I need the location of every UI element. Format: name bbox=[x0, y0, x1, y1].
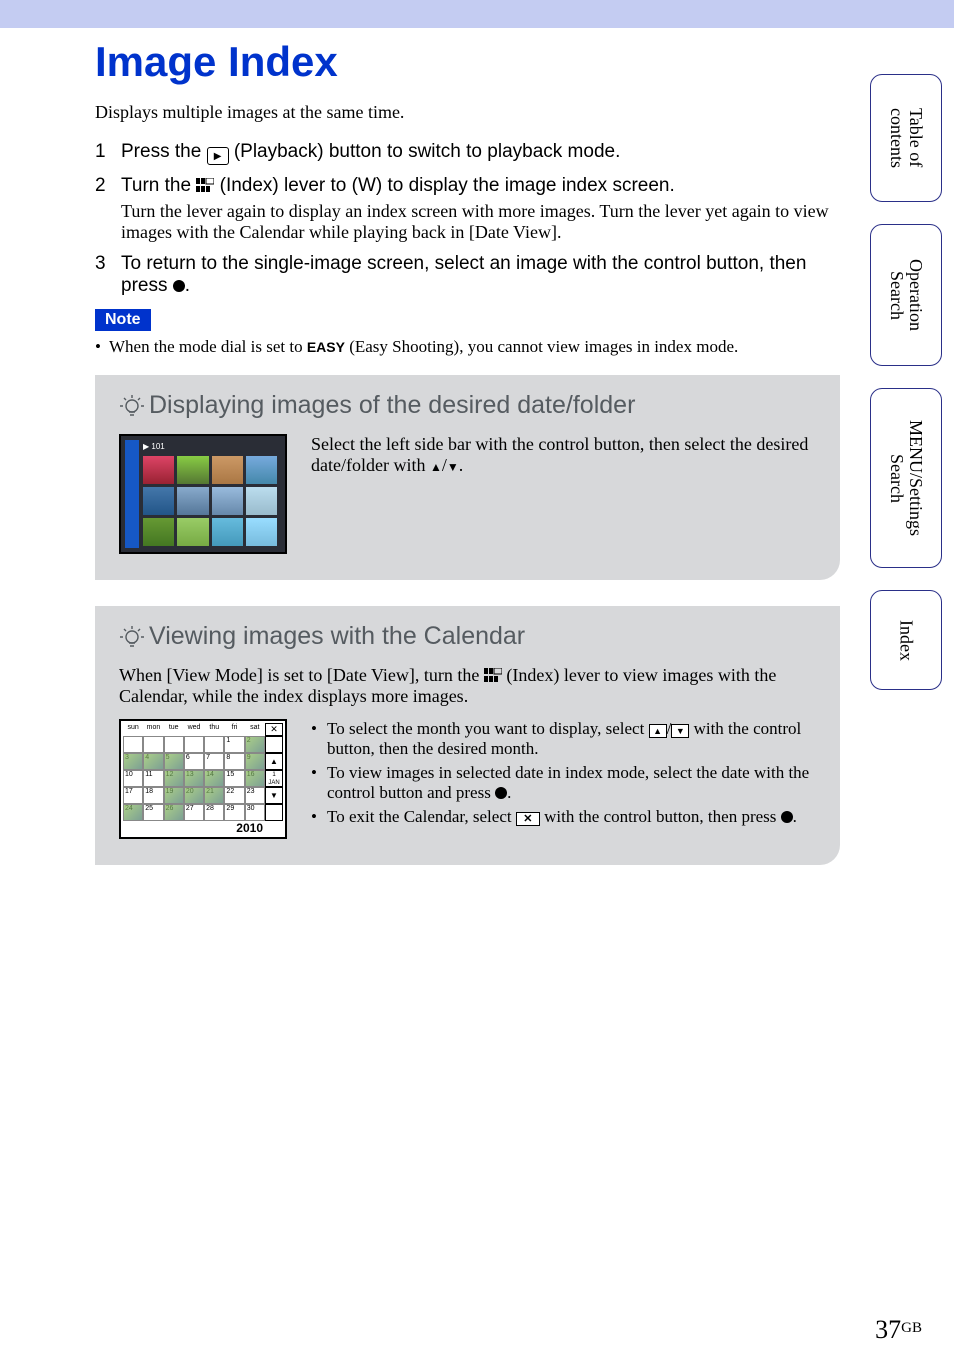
tip2-bullet-2: To view images in selected date in index… bbox=[311, 763, 816, 803]
center-button-icon bbox=[781, 811, 793, 823]
cal-day: sat bbox=[245, 723, 265, 736]
calendar-illustration: sun mon tue wed thu fri sat ✕ 12 3456789… bbox=[119, 719, 287, 839]
close-box-icon bbox=[516, 812, 540, 826]
tip1-text-c: . bbox=[459, 455, 464, 475]
illus-sidebar bbox=[125, 440, 139, 548]
steps-list: Press the (Playback) button to switch to… bbox=[95, 141, 840, 297]
cal-side-blank bbox=[265, 736, 283, 753]
intro-text: Displays multiple images at the same tim… bbox=[95, 102, 840, 123]
cal-month-cell: 1 JAN bbox=[265, 770, 283, 787]
step-1-text-a: Press the bbox=[121, 141, 207, 162]
up-box-icon: ▲ bbox=[649, 724, 667, 738]
page-number-suffix: GB bbox=[901, 1320, 922, 1336]
cal-grid: 12 3456789 ▲ 10111213141516 1 JAN 171819… bbox=[123, 736, 283, 821]
cal-day-header: sun mon tue wed thu fri sat ✕ bbox=[123, 723, 283, 736]
tip2-title: Viewing images with the Calendar bbox=[149, 622, 525, 651]
tip-bulb-icon bbox=[119, 393, 145, 419]
easy-label: EASY bbox=[307, 339, 345, 355]
note-text-b: (Easy Shooting), you cannot view images … bbox=[345, 337, 738, 356]
step-1: Press the (Playback) button to switch to… bbox=[95, 141, 840, 165]
tab-label: Table of contents bbox=[887, 89, 925, 187]
step-2: Turn the (Index) lever to (W) to display… bbox=[95, 175, 840, 243]
tip1-text: Select the left side bar with the contro… bbox=[311, 434, 816, 554]
center-button-icon bbox=[173, 280, 185, 292]
index-grid-icon bbox=[484, 666, 502, 680]
illus-header-label: ▶ 101 bbox=[143, 442, 165, 451]
tip2-title-row: Viewing images with the Calendar bbox=[119, 622, 816, 651]
note-badge: Note bbox=[95, 309, 151, 331]
playback-icon bbox=[207, 147, 229, 165]
step-3: To return to the single-image screen, se… bbox=[95, 253, 840, 297]
page-number-value: 37 bbox=[875, 1315, 901, 1344]
tab-table-of-contents[interactable]: Table of contents bbox=[870, 74, 942, 202]
page-number: 37GB bbox=[875, 1315, 922, 1345]
b2b: . bbox=[507, 783, 511, 802]
b3c: . bbox=[793, 807, 797, 826]
tip1-title-row: Displaying images of the desired date/fo… bbox=[119, 391, 816, 420]
cal-year: 2010 bbox=[123, 821, 283, 835]
tip2-bullet-3: To exit the Calendar, select with the co… bbox=[311, 807, 816, 827]
tip2-bullets: To select the month you want to display,… bbox=[311, 719, 816, 839]
cal-up-cell: ▲ bbox=[265, 753, 283, 770]
step-2-text-b: (Index) lever to (W) to display the imag… bbox=[220, 175, 675, 196]
step-1-text-b: (Playback) button to switch to playback … bbox=[234, 141, 621, 162]
down-triangle-icon bbox=[447, 455, 459, 475]
note-block: Note When the mode dial is set to EASY (… bbox=[95, 309, 840, 357]
step-2-text-a: Turn the bbox=[121, 175, 196, 196]
center-button-icon bbox=[495, 787, 507, 799]
tab-index[interactable]: Index bbox=[870, 590, 942, 690]
b2a: To view images in selected date in index… bbox=[327, 763, 809, 802]
up-triangle-icon bbox=[430, 455, 442, 475]
tip2-lead: When [View Mode] is set to [Date View], … bbox=[119, 665, 816, 707]
cal-down-cell: ▼ bbox=[265, 787, 283, 804]
illus-thumbnails bbox=[143, 456, 277, 546]
index-grid-icon bbox=[196, 176, 214, 190]
cal-day: sun bbox=[123, 723, 143, 736]
step-2-subtext: Turn the lever again to display an index… bbox=[121, 201, 840, 243]
side-tabs: Table of contents Operation Search MENU/… bbox=[870, 74, 942, 690]
down-box-icon: ▼ bbox=[671, 724, 689, 738]
b3a: To exit the Calendar, select bbox=[327, 807, 516, 826]
cal-day: fri bbox=[224, 723, 244, 736]
tab-menu-settings-search[interactable]: MENU/Settings Search bbox=[870, 388, 942, 568]
note-text-a: When the mode dial is set to bbox=[109, 337, 307, 356]
tip2-bullet-1: To select the month you want to display,… bbox=[311, 719, 816, 759]
tab-operation-search[interactable]: Operation Search bbox=[870, 224, 942, 366]
tab-label: Operation Search bbox=[887, 239, 925, 351]
cal-day: wed bbox=[184, 723, 204, 736]
cal-day: tue bbox=[164, 723, 184, 736]
cal-day: thu bbox=[204, 723, 224, 736]
step-3-text-b: . bbox=[185, 275, 190, 296]
cal-close-cell: ✕ bbox=[265, 723, 283, 736]
tip-box-calendar: Viewing images with the Calendar When [V… bbox=[95, 606, 840, 865]
b1a: To select the month you want to display,… bbox=[327, 719, 649, 738]
tip1-text-a: Select the left side bar with the contro… bbox=[311, 434, 808, 475]
cal-day: mon bbox=[143, 723, 163, 736]
tip2-lead-a: When [View Mode] is set to [Date View], … bbox=[119, 665, 484, 685]
tip-box-date-folder: Displaying images of the desired date/fo… bbox=[95, 375, 840, 580]
step-3-text-a: To return to the single-image screen, se… bbox=[121, 253, 806, 296]
b3b: with the control button, then press bbox=[540, 807, 781, 826]
tip1-title: Displaying images of the desired date/fo… bbox=[149, 391, 635, 420]
tip-bulb-icon bbox=[119, 624, 145, 650]
page-body: Image Index Displays multiple images at … bbox=[0, 28, 954, 865]
page-title: Image Index bbox=[95, 38, 840, 86]
top-color-bar bbox=[0, 0, 954, 28]
tab-label: Index bbox=[897, 620, 916, 661]
index-screen-illustration: ▶ 101 bbox=[119, 434, 287, 554]
tab-label: MENU/Settings Search bbox=[887, 403, 925, 553]
note-text: When the mode dial is set to EASY (Easy … bbox=[95, 337, 840, 357]
